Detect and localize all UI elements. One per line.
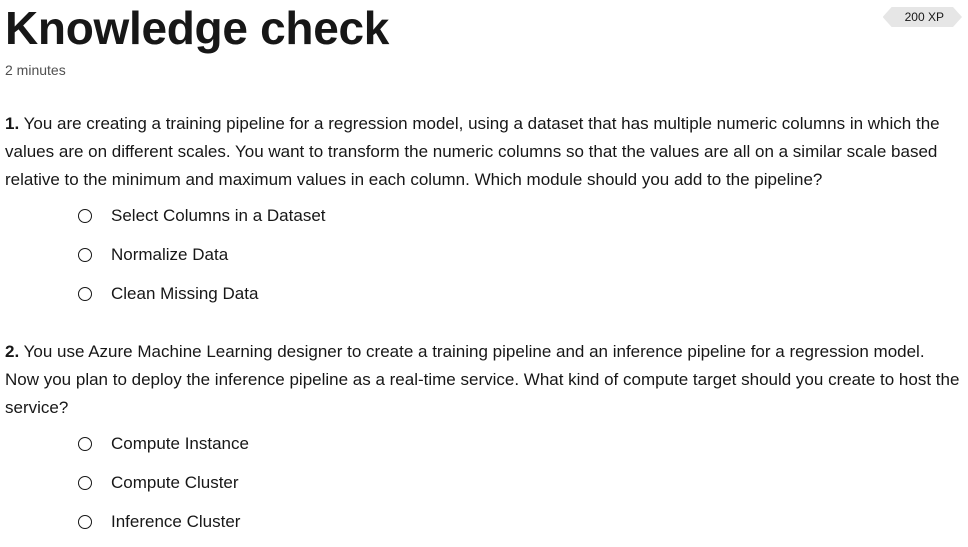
radio-button[interactable] (78, 475, 92, 490)
radio-button[interactable] (78, 208, 92, 223)
answer-option-compute-cluster[interactable]: Compute Cluster (5, 464, 963, 503)
answer-option-label[interactable]: Inference Cluster (111, 510, 240, 532)
answer-option-label[interactable]: Normalize Data (111, 243, 228, 265)
answer-option-clean-missing-data[interactable]: Clean Missing Data (5, 275, 963, 314)
radio-button[interactable] (78, 436, 92, 451)
question-2-options: Compute Instance Compute Cluster Inferen… (5, 425, 963, 542)
question-2-prompt: You use Azure Machine Learning designer … (5, 342, 960, 417)
answer-option-inference-cluster[interactable]: Inference Cluster (5, 503, 963, 542)
radio-button[interactable] (78, 286, 92, 301)
question-2: 2. You use Azure Machine Learning design… (5, 338, 963, 542)
page-title: Knowledge check (5, 2, 390, 54)
answer-option-compute-instance[interactable]: Compute Instance (5, 425, 963, 464)
answer-option-normalize-data[interactable]: Normalize Data (5, 236, 963, 275)
radio-button[interactable] (78, 247, 92, 262)
radio-button[interactable] (78, 514, 92, 529)
question-1-text: 1. You are creating a training pipeline … (5, 110, 963, 194)
answer-option-label[interactable]: Compute Cluster (111, 471, 239, 493)
answer-option-label[interactable]: Clean Missing Data (111, 282, 258, 304)
question-2-number: 2. (5, 342, 20, 361)
question-1: 1. You are creating a training pipeline … (5, 110, 963, 314)
question-1-options: Select Columns in a Dataset Normalize Da… (5, 197, 963, 314)
answer-option-label[interactable]: Select Columns in a Dataset (111, 204, 326, 226)
duration-label: 2 minutes (5, 62, 66, 78)
question-2-text: 2. You use Azure Machine Learning design… (5, 338, 963, 422)
question-1-prompt: You are creating a training pipeline for… (5, 114, 940, 189)
answer-option-label[interactable]: Compute Instance (111, 432, 249, 454)
page-header: Knowledge check 2 minutes 200 XP (5, 0, 968, 90)
answer-option-select-columns[interactable]: Select Columns in a Dataset (5, 197, 963, 236)
question-1-number: 1. (5, 114, 20, 133)
knowledge-check-page: Knowledge check 2 minutes 200 XP 1. You … (0, 0, 968, 547)
xp-badge: 200 XP (883, 7, 962, 27)
